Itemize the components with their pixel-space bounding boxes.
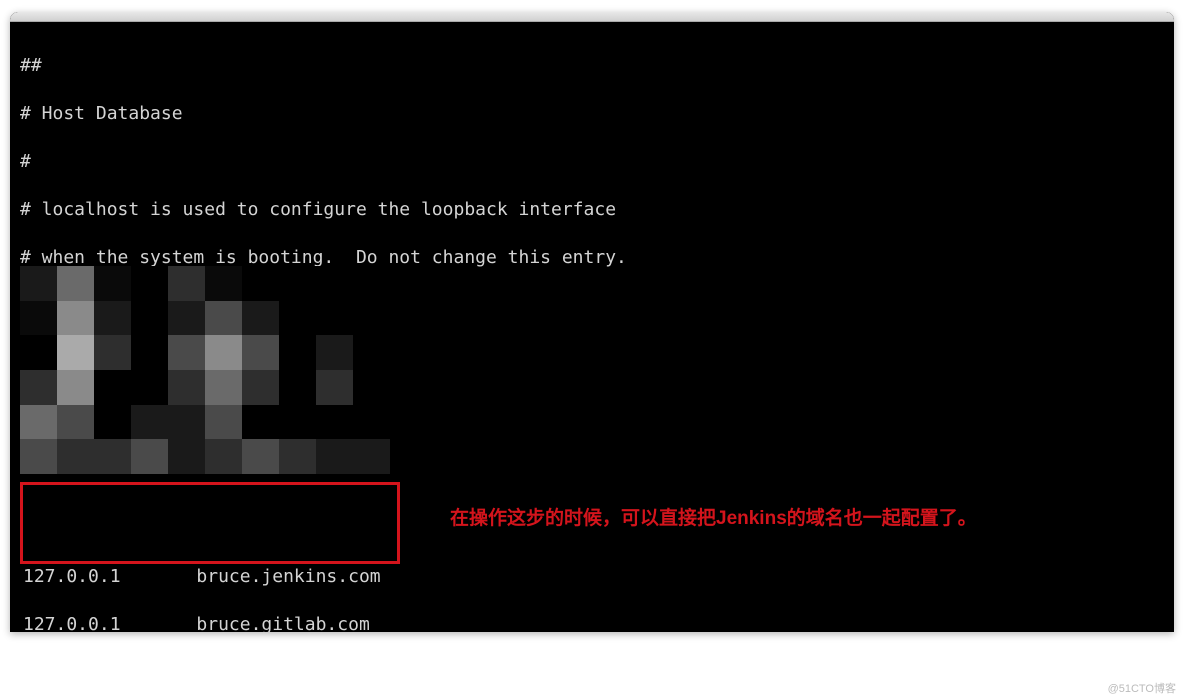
terminal-content[interactable]: ## # Host Database # # localhost is used… — [10, 22, 1174, 632]
hosts-comment-line: # localhost is used to configure the loo… — [20, 198, 1164, 222]
hosts-comment-line: ## — [20, 54, 1164, 78]
window-titlebar[interactable] — [10, 12, 1174, 22]
redacted-area — [20, 266, 390, 474]
hosts-comment-line: # — [20, 150, 1164, 174]
watermark: @51CTO博客 — [1108, 680, 1176, 696]
hosts-entry-jenkins: 127.0.0.1 bruce.jenkins.com — [23, 565, 397, 589]
annotation-text: 在操作这步的时候，可以直接把Jenkins的域名也一起配置了。 — [450, 507, 977, 531]
highlight-box: 127.0.0.1 bruce.jenkins.com 127.0.0.1 br… — [20, 482, 400, 564]
hosts-entry-gitlab: 127.0.0.1 bruce.gitlab.com — [23, 613, 397, 632]
terminal-window: ## # Host Database # # localhost is used… — [10, 12, 1174, 632]
hosts-comment-line: # Host Database — [20, 102, 1164, 126]
